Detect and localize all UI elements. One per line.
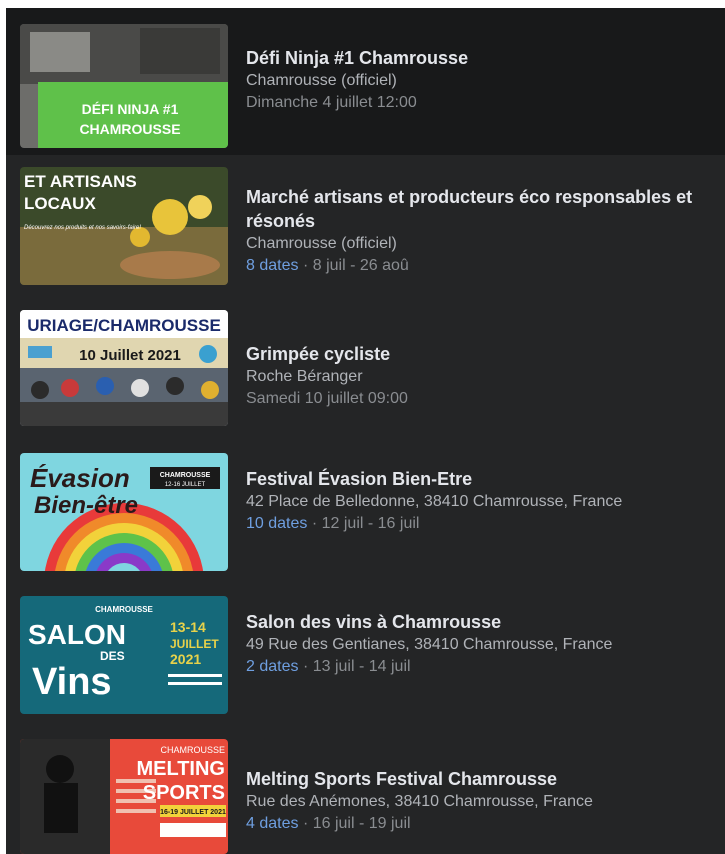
event-item[interactable]: CHAMROUSSE 12-16 JUILLET Évasion Bien-êt… [6, 435, 725, 578]
event-location: 49 Rue des Gentianes, 38410 Chamrousse, … [246, 636, 613, 653]
dates-link[interactable]: 2 dates [246, 658, 298, 675]
event-date: Samedi 10 juillet 09:00 [246, 390, 408, 407]
thumb-line-1: URIAGE/CHAMROUSSE [27, 316, 221, 335]
thumb-line-6: JUILLET [170, 637, 219, 651]
separator: · [302, 815, 309, 832]
thumb-line-2: SALON [28, 619, 126, 650]
thumb-line-4: 16-19 JUILLET 2021 [160, 809, 226, 816]
event-thumbnail[interactable]: CHAMROUSSE MELTING SPORTS 16-19 JUILLET … [20, 739, 228, 854]
events-list: DÉFI NINJA #1 CHAMROUSSE Défi Ninja #1 C… [6, 8, 725, 854]
event-title[interactable]: Défi Ninja #1 Chamrousse [246, 46, 717, 70]
thumb-line-2: LOCAUX [24, 194, 96, 213]
thumb-line-1: ET ARTISANS [24, 172, 137, 191]
thumb-line-3: Découvrez nos produits et nos savoirs-fa… [24, 225, 141, 231]
event-item[interactable]: DÉFI NINJA #1 CHAMROUSSE Défi Ninja #1 C… [6, 8, 725, 155]
dates-link[interactable]: 10 dates [246, 515, 307, 532]
thumb-line-3: SPORTS [143, 782, 225, 804]
dates-link[interactable]: 8 dates [246, 257, 298, 274]
event-item[interactable]: URIAGE/CHAMROUSSE 10 Juillet 2021 Grimpé… [6, 294, 725, 435]
event-thumbnail[interactable]: CHAMROUSSE 12-16 JUILLET Évasion Bien-êt… [20, 453, 228, 571]
event-thumbnail[interactable]: DÉFI NINJA #1 CHAMROUSSE [20, 24, 228, 148]
thumb-line-2: 10 Juillet 2021 [79, 347, 181, 364]
separator: · [311, 515, 318, 532]
event-item[interactable]: CHAMROUSSE SALON DES Vins 13-14 JUILLET … [6, 578, 725, 721]
event-item[interactable]: CHAMROUSSE MELTING SPORTS 16-19 JUILLET … [6, 721, 725, 854]
thumb-line-1: CHAMROUSSE [95, 605, 153, 614]
thumb-line-2: Bien-être [34, 492, 138, 519]
event-date: 8 dates · 8 juil - 26 aoû [246, 255, 717, 277]
event-date: 10 dates · 12 juil - 16 juil [246, 513, 717, 535]
event-title[interactable]: Salon des vins à Chamrousse [246, 610, 717, 634]
thumb-line-1: Évasion [30, 463, 130, 493]
event-title[interactable]: Marché artisans et producteurs éco respo… [246, 185, 717, 233]
date-range: 8 juil - 26 aoû [312, 257, 409, 274]
event-thumbnail[interactable]: URIAGE/CHAMROUSSE 10 Juillet 2021 [20, 310, 228, 426]
event-date: 2 dates · 13 juil - 14 juil [246, 656, 717, 678]
thumb-line-4: Vins [32, 661, 112, 703]
event-thumbnail[interactable]: ET ARTISANS LOCAUX Découvrez nos produit… [20, 167, 228, 285]
date-range: 13 juil - 14 juil [312, 658, 411, 675]
event-location: Chamrousse (officiel) [246, 235, 397, 252]
date-range: 12 juil - 16 juil [321, 515, 420, 532]
thumb-line-5: 13-14 [170, 619, 206, 635]
event-date: 4 dates · 16 juil - 19 juil [246, 813, 717, 835]
event-title[interactable]: Grimpée cycliste [246, 342, 717, 366]
event-location: 42 Place de Belledonne, 38410 Chamrousse… [246, 493, 623, 510]
thumb-line-3: CHAMROUSSE [160, 472, 211, 479]
event-title[interactable]: Festival Évasion Bien-Etre [246, 467, 717, 491]
event-date: Dimanche 4 juillet 12:00 [246, 94, 417, 111]
event-item[interactable]: ET ARTISANS LOCAUX Découvrez nos produit… [6, 155, 725, 294]
event-location: Chamrousse (officiel) [246, 72, 397, 89]
separator: · [302, 658, 309, 675]
date-range: 16 juil - 19 juil [312, 815, 411, 832]
event-location: Roche Béranger [246, 368, 363, 385]
event-title[interactable]: Melting Sports Festival Chamrousse [246, 767, 717, 791]
thumb-line-7: 2021 [170, 651, 201, 667]
thumb-line-2: MELTING [136, 758, 225, 780]
thumb-line-4: 12-16 JUILLET [165, 482, 206, 488]
thumb-line-1: CHAMROUSSE [160, 745, 225, 755]
separator: · [302, 257, 309, 274]
thumb-line-2: CHAMROUSSE [79, 121, 180, 137]
event-thumbnail[interactable]: CHAMROUSSE SALON DES Vins 13-14 JUILLET … [20, 596, 228, 714]
dates-link[interactable]: 4 dates [246, 815, 298, 832]
event-location: Rue des Anémones, 38410 Chamrousse, Fran… [246, 793, 593, 810]
thumb-line-1: DÉFI NINJA #1 [82, 101, 179, 117]
